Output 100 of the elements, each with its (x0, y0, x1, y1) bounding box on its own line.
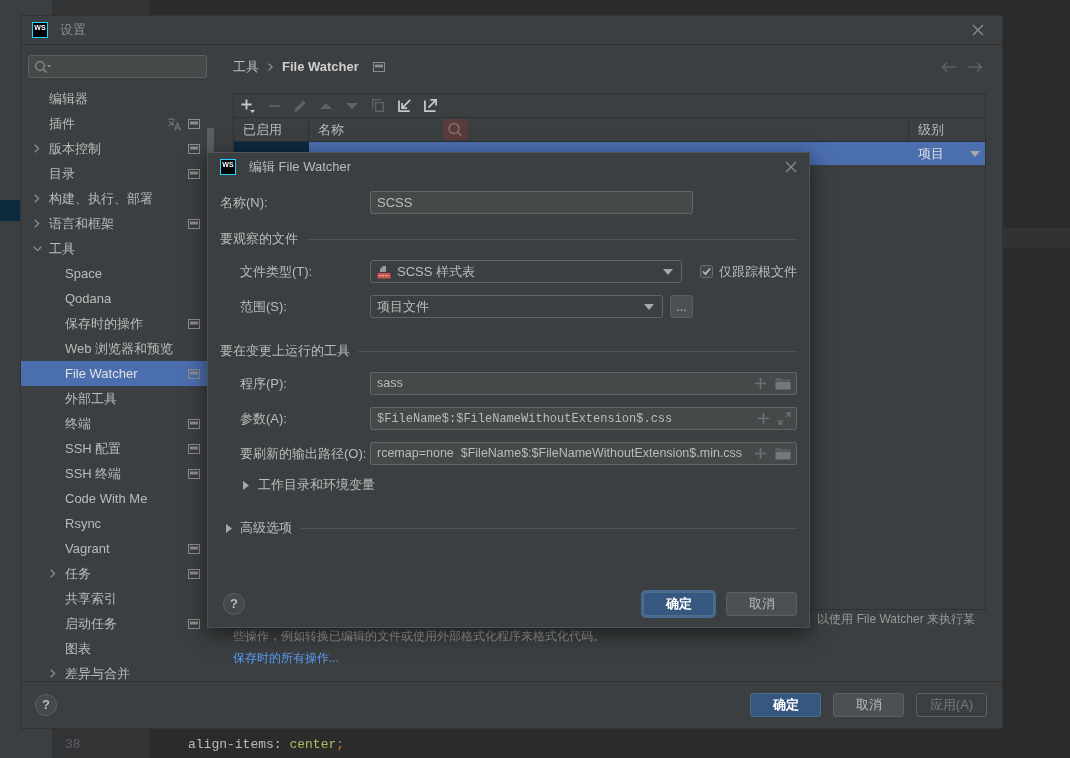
file-badge-icon (377, 264, 391, 279)
field-label: 要刷新的输出路径(O): (240, 445, 367, 461)
sidebar-item[interactable]: 编辑器 (21, 86, 207, 111)
frame-icon (188, 618, 200, 629)
sidebar-item[interactable]: 外部工具 (21, 386, 207, 411)
folder-icon[interactable] (775, 447, 791, 460)
scope-dropdown[interactable]: 项目文件 (370, 295, 663, 318)
caret-icon[interactable] (644, 303, 654, 310)
section-title: 要在变更上运行的工具 (220, 342, 350, 361)
section-toggle[interactable]: 高级选项 (240, 518, 292, 538)
save-actions-link[interactable]: 保存时的所有操作... (233, 648, 339, 667)
browse-button[interactable]: ... (670, 295, 693, 318)
sidebar-item[interactable]: 工具 (21, 236, 207, 261)
sidebar-item[interactable]: File Watcher (21, 361, 207, 386)
chevron-right-icon[interactable] (34, 144, 40, 153)
search-field[interactable] (28, 55, 207, 78)
chevron-right-icon[interactable] (50, 669, 56, 678)
checkbox[interactable] (700, 265, 713, 278)
plus-icon[interactable] (757, 412, 770, 425)
sidebar-item[interactable]: SSH 终端 (21, 461, 207, 486)
sidebar-item[interactable]: 语言和框架 (21, 211, 207, 236)
dialog-button[interactable]: 取消 (726, 592, 797, 616)
sidebar-item[interactable]: 共享索引 (21, 586, 207, 611)
sidebar-item[interactable]: 任务 (21, 561, 207, 586)
frame-icon (372, 62, 385, 72)
section-title: 要观察的文件 (220, 230, 298, 249)
input-field[interactable]: $FileName$:$FileNameWithoutExtension$.css (370, 407, 797, 430)
triangle-down-icon (346, 102, 358, 109)
frame-icon (188, 468, 200, 479)
section-toggle[interactable]: 工作目录和环境变量 (258, 475, 375, 495)
sidebar-item[interactable]: 构建、执行、部署 (21, 186, 207, 211)
help-button[interactable]: ? (223, 593, 245, 615)
breadcrumb-item[interactable]: 工具 (233, 57, 259, 77)
plus-icon[interactable] (754, 447, 767, 460)
help-button[interactable]: ? (35, 693, 57, 716)
frame-icon (188, 168, 200, 179)
frame-icon (188, 318, 200, 329)
copy-icon (372, 99, 384, 112)
sidebar-item[interactable]: Rsync (21, 511, 207, 536)
caret-icon[interactable] (970, 150, 980, 157)
chevron-right-icon[interactable] (34, 219, 40, 228)
sidebar-item[interactable]: Qodana (21, 286, 207, 311)
chevron-right-icon[interactable] (34, 194, 40, 203)
frame-icon (188, 143, 200, 154)
breadcrumb-item: File Watcher (282, 58, 359, 77)
search-icon[interactable] (34, 59, 52, 74)
close-icon[interactable] (785, 161, 797, 173)
sidebar-item[interactable]: Code With Me (21, 486, 207, 511)
column-header[interactable]: 级别 (918, 119, 944, 140)
close-icon[interactable] (972, 24, 984, 36)
checkbox-label[interactable]: 仅跟踪根文件 (719, 261, 797, 282)
dialog-title: 编辑 File Watcher (249, 158, 352, 177)
plus-icon[interactable] (754, 377, 767, 390)
chevron-down-icon[interactable] (32, 245, 42, 252)
sidebar-item[interactable]: 目录 (21, 161, 207, 186)
sidebar-item[interactable]: 终端 (21, 411, 207, 436)
triangle-right-icon[interactable] (226, 523, 232, 533)
input-field[interactable]: rcemap=none $FileName$:$FileNameWithoutExtension$.min.css (370, 442, 797, 465)
triangle-up-icon (320, 102, 332, 109)
sidebar-item[interactable]: 图表 (21, 636, 207, 661)
dialog-button[interactable]: 取消 (833, 692, 904, 717)
scrollbar-thumb[interactable] (207, 128, 214, 152)
scope-dropdown[interactable]: 项目 (909, 142, 985, 165)
chevron-right-icon[interactable] (50, 569, 56, 578)
window-title: 设置 (60, 21, 86, 40)
expand-icon[interactable] (778, 412, 791, 425)
frame-icon (188, 568, 200, 579)
selected-row-highlight (0, 200, 20, 221)
sidebar-item[interactable]: 版本控制 (21, 136, 207, 161)
sidebar-item[interactable]: Space (21, 261, 207, 286)
sidebar-item[interactable]: 插件 (21, 111, 207, 136)
field-label: 程序(P): (240, 375, 287, 391)
frame-icon (188, 118, 200, 129)
sidebar-item[interactable]: SSH 配置 (21, 436, 207, 461)
column-header[interactable]: 已启用 (243, 119, 282, 140)
import-icon (397, 99, 411, 112)
file-type-dropdown[interactable]: SCSS 样式表 (370, 260, 682, 283)
frame-icon (188, 418, 200, 429)
description-text: 些操作，例如转换已编辑的文件或使用外部格式化程序来格式化代码。 (233, 627, 605, 645)
chevron-right-icon (268, 63, 273, 71)
plus-icon (241, 98, 255, 113)
sidebar-item[interactable]: 保存时的操作 (21, 311, 207, 336)
field-label: 参数(A): (240, 410, 287, 426)
sidebar-item[interactable]: Web 浏览器和预览 (21, 336, 207, 361)
folder-icon[interactable] (775, 377, 791, 390)
dialog-button[interactable]: 确定 (643, 592, 714, 616)
name-field[interactable]: SCSS (370, 191, 693, 214)
input-field[interactable]: sass (370, 372, 797, 395)
field-label: 范围(S): (240, 298, 287, 314)
search-icon (443, 119, 468, 140)
sidebar-item[interactable]: 启动任务 (21, 611, 207, 636)
sidebar-item[interactable]: 差异与合并 (21, 661, 207, 681)
column-header[interactable]: 名称 (318, 119, 344, 140)
sidebar-item[interactable]: Vagrant (21, 536, 207, 561)
caret-icon[interactable] (663, 268, 673, 275)
dialog-button[interactable]: 确定 (750, 692, 821, 717)
triangle-right-icon[interactable] (243, 480, 249, 490)
pencil-icon (294, 99, 306, 112)
field-label: 文件类型(T): (240, 263, 313, 279)
code-line: align-items: center; (188, 736, 345, 753)
